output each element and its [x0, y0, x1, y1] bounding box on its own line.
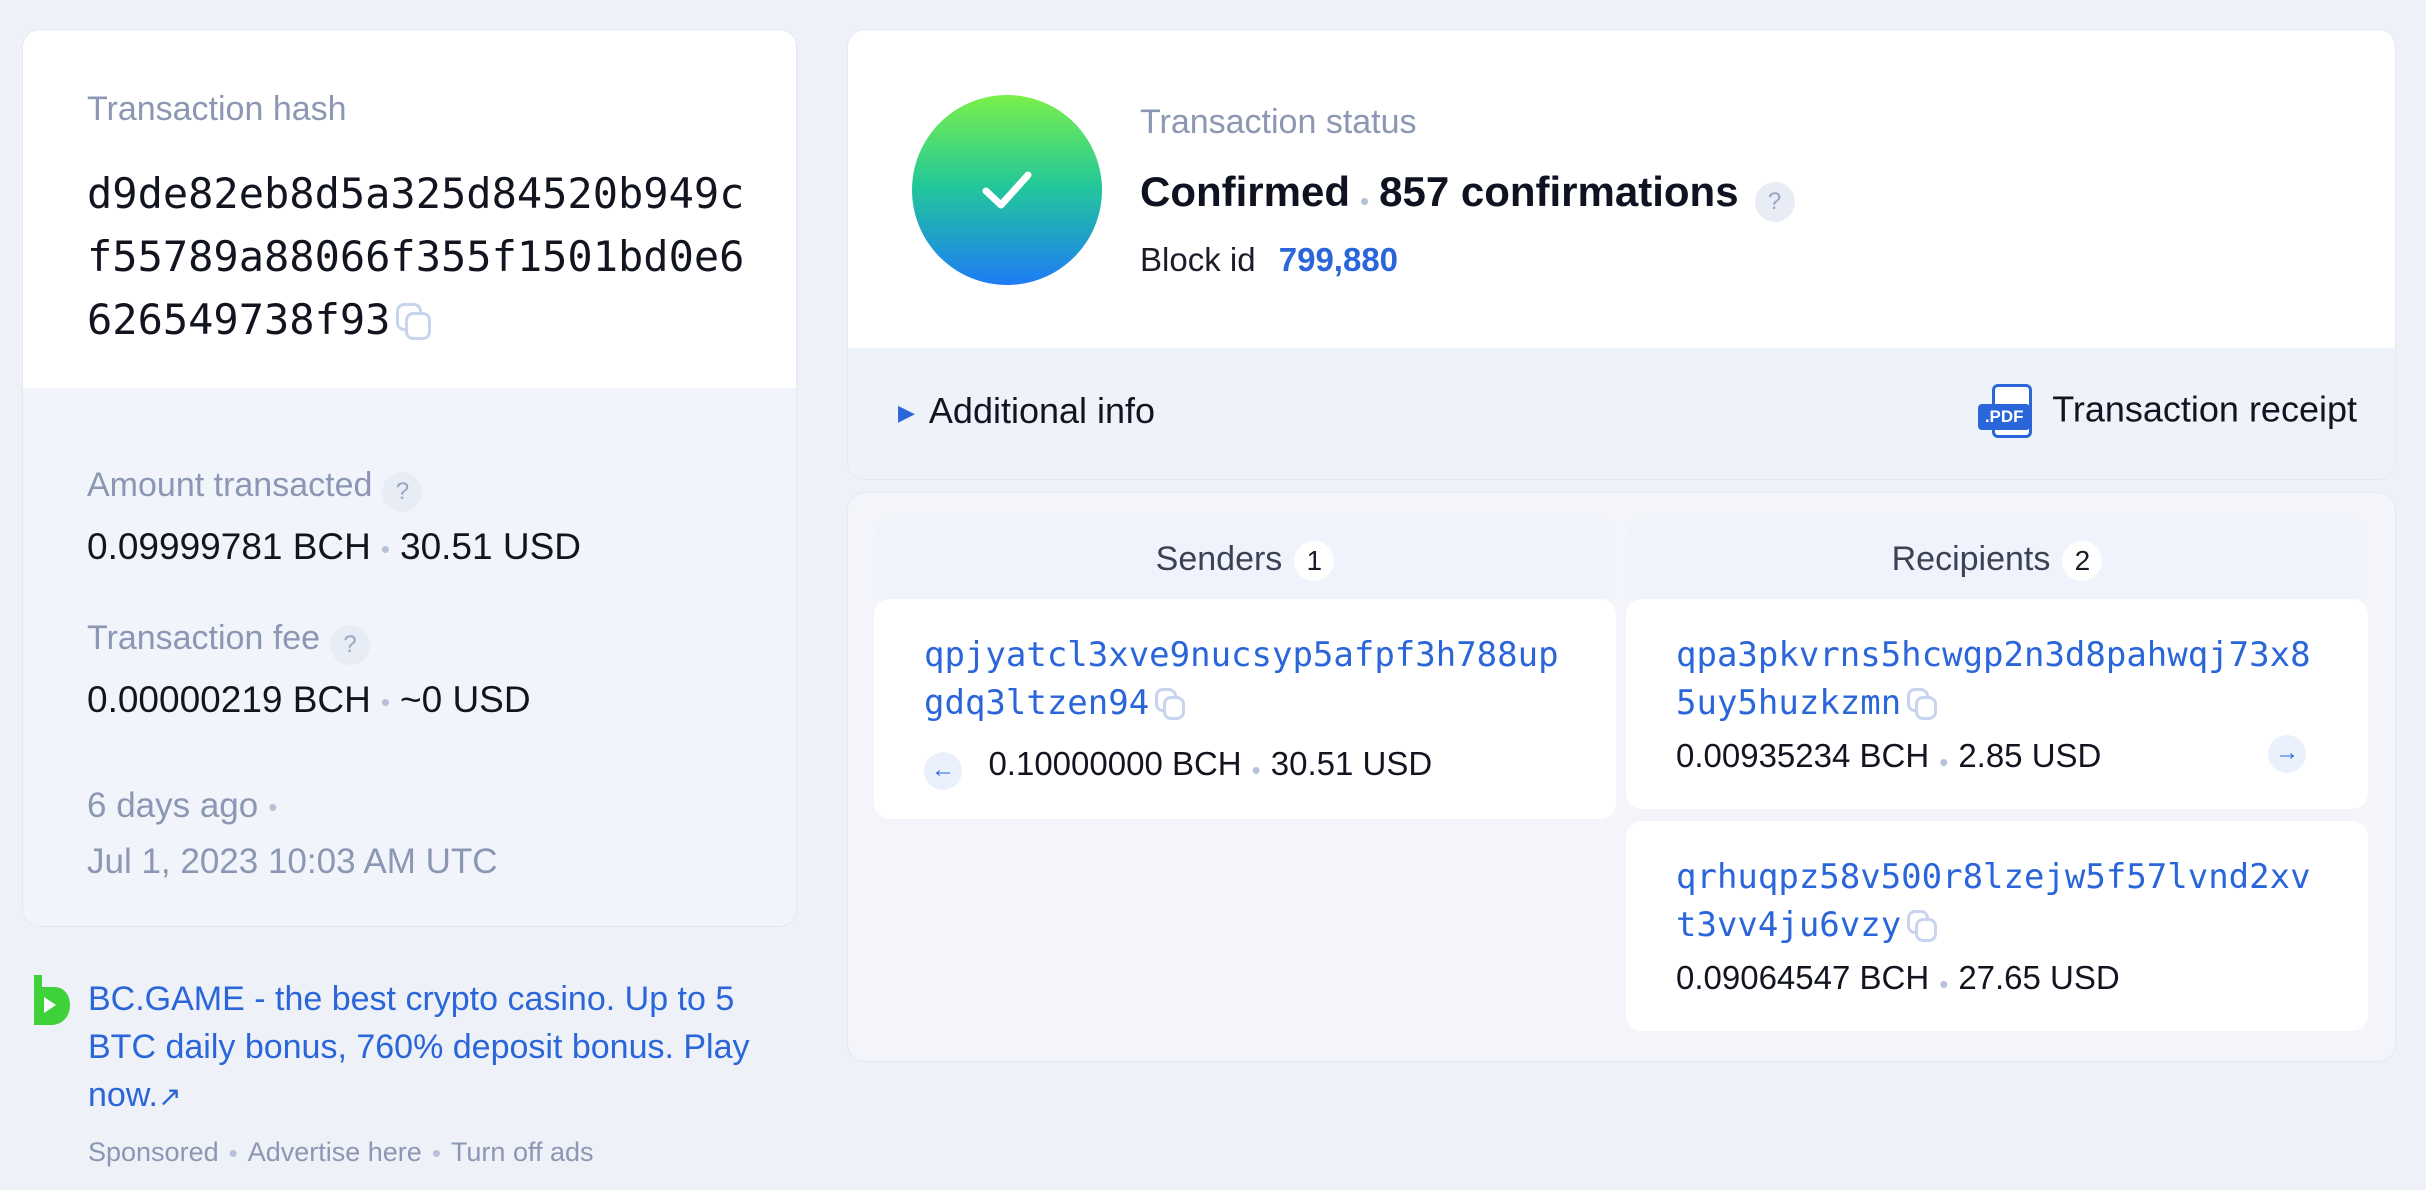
inputs-outputs-card: Senders 1 qpjyatcl3xve9nucsyp5afpf3h788up… [847, 492, 2396, 1062]
block-label: Block id [1140, 241, 1256, 278]
recipient-amount-row: 0.00935234 BCH • 2.85 USD [1676, 737, 2102, 778]
status-card: Transaction status Confirmed • 857 confirm… [847, 29, 2396, 480]
transaction-hash: d9de82eb8d5a325d84520b949cf55789a88066f3… [87, 162, 767, 351]
sender-address-link[interactable]: qpjyatcl3xve9nucsyp5afpf3h788upgdq3ltzen… [924, 635, 1559, 723]
recipient-usd: 2.85 USD [1958, 737, 2102, 774]
sponsored-label: Sponsored [88, 1137, 219, 1167]
sender-usd: 30.51 USD [1270, 745, 1433, 782]
fee-label: Transaction fee [87, 619, 321, 657]
copy-icon[interactable] [1907, 687, 1941, 722]
senders-header: Senders 1 [874, 519, 1616, 599]
recipient-address-link[interactable]: qrhuqpz58v500r8lzejw5f57lvnd2xvt3vv4ju6v… [1676, 857, 2311, 945]
senders-title: Senders [1155, 540, 1283, 578]
recipients-title: Recipients [1891, 540, 2051, 578]
recipient-item: qpa3pkvrns5hcwgp2n3d8pahwqj73x85uy5huzkz… [1626, 599, 2368, 809]
sender-amount-row: ← 0.10000000 BCH • 30.51 USD [924, 745, 1432, 790]
help-icon[interactable]: ? [1754, 181, 1795, 222]
senders-count-badge: 1 [1294, 541, 1335, 582]
block-id-link[interactable]: 799,880 [1279, 241, 1398, 278]
arrow-left-icon[interactable]: ← [924, 751, 962, 790]
status-footer: ▶ Additional info .PDF Transaction receip… [848, 348, 2395, 479]
fee-value: 0.00000219 BCH • ~0 USD [87, 679, 531, 720]
fee-usd: ~0 USD [400, 679, 531, 720]
status-label: Transaction status [1140, 103, 1417, 141]
ad-footer: Sponsored • Advertise here • Turn off ads [88, 1137, 594, 1169]
bc-game-logo-icon[interactable] [30, 973, 72, 1027]
hash-section: Transaction hash d9de82eb8d5a325d84520b9… [23, 30, 796, 388]
fee-bch: 0.00000219 BCH [87, 679, 371, 720]
ad-link[interactable]: BC.GAME - the best crypto casino. Up to … [88, 975, 788, 1121]
recipient-address: qrhuqpz58v500r8lzejw5f57lvnd2xvt3vv4ju6v… [1676, 853, 2326, 949]
recipient-address: qpa3pkvrns5hcwgp2n3d8pahwqj73x85uy5huzkz… [1676, 631, 2326, 727]
transaction-receipt-button[interactable]: .PDF Transaction receipt [1978, 384, 2357, 440]
recipient-usd: 27.65 USD [1958, 959, 2120, 996]
recipient-bch: 0.09064547 BCH [1676, 959, 1930, 996]
amount-bch: 0.09999781 BCH [87, 526, 371, 567]
hash-label: Transaction hash [87, 90, 347, 128]
amount-label: Amount transacted [87, 466, 373, 504]
amount-usd: 30.51 USD [400, 526, 581, 567]
time-ago: 6 days ago • [87, 786, 278, 825]
turn-off-ads-link[interactable]: Turn off ads [451, 1137, 594, 1167]
transaction-summary-card: Transaction hash d9de82eb8d5a325d84520b9… [22, 29, 797, 927]
sender-item: qpjyatcl3xve9nucsyp5afpf3h788upgdq3ltzen… [874, 599, 1616, 819]
pdf-icon: .PDF [1978, 384, 2036, 440]
expand-triangle-icon: ▶ [898, 400, 915, 426]
status-line: Confirmed • 857 confirmations? [1140, 168, 1795, 222]
external-link-icon: ↗ [157, 1081, 182, 1112]
help-icon[interactable]: ? [330, 624, 371, 665]
recipients-count-badge: 2 [2062, 541, 2103, 582]
sender-bch: 0.10000000 BCH [988, 745, 1242, 782]
recipient-amount-row: 0.09064547 BCH • 27.65 USD [1676, 959, 2120, 1000]
arrow-right-icon[interactable]: → [2268, 735, 2306, 773]
confirmed-check-icon [912, 95, 1102, 285]
confirmations: 857 confirmations [1379, 168, 1739, 215]
amount-row: Amount transacted? [87, 466, 423, 512]
recipient-item: qrhuqpz58v500r8lzejw5f57lvnd2xvt3vv4ju6v… [1626, 821, 2368, 1031]
copy-icon[interactable] [396, 302, 436, 343]
additional-info-toggle[interactable]: ▶ Additional info [898, 390, 1155, 432]
help-icon[interactable]: ? [382, 471, 423, 512]
amount-value: 0.09999781 BCH • 30.51 USD [87, 526, 581, 567]
copy-icon[interactable] [1155, 687, 1189, 722]
details-section: Amount transacted? 0.09999781 BCH • 30.51 … [23, 388, 796, 926]
fee-row: Transaction fee? [87, 619, 371, 665]
copy-icon[interactable] [1907, 909, 1941, 944]
advertise-link[interactable]: Advertise here [248, 1137, 422, 1167]
sender-address: qpjyatcl3xve9nucsyp5afpf3h788upgdq3ltzen… [924, 631, 1574, 727]
recipients-header: Recipients 2 [1626, 519, 2368, 599]
block-row: Block id 799,880 [1140, 241, 1398, 279]
status-section: Transaction status Confirmed • 857 confirm… [848, 30, 2395, 348]
timestamp: Jul 1, 2023 10:03 AM UTC [87, 842, 498, 881]
status-state: Confirmed [1140, 168, 1350, 215]
recipient-address-link[interactable]: qpa3pkvrns5hcwgp2n3d8pahwqj73x85uy5huzkz… [1676, 635, 2311, 723]
recipient-bch: 0.00935234 BCH [1676, 737, 1930, 774]
